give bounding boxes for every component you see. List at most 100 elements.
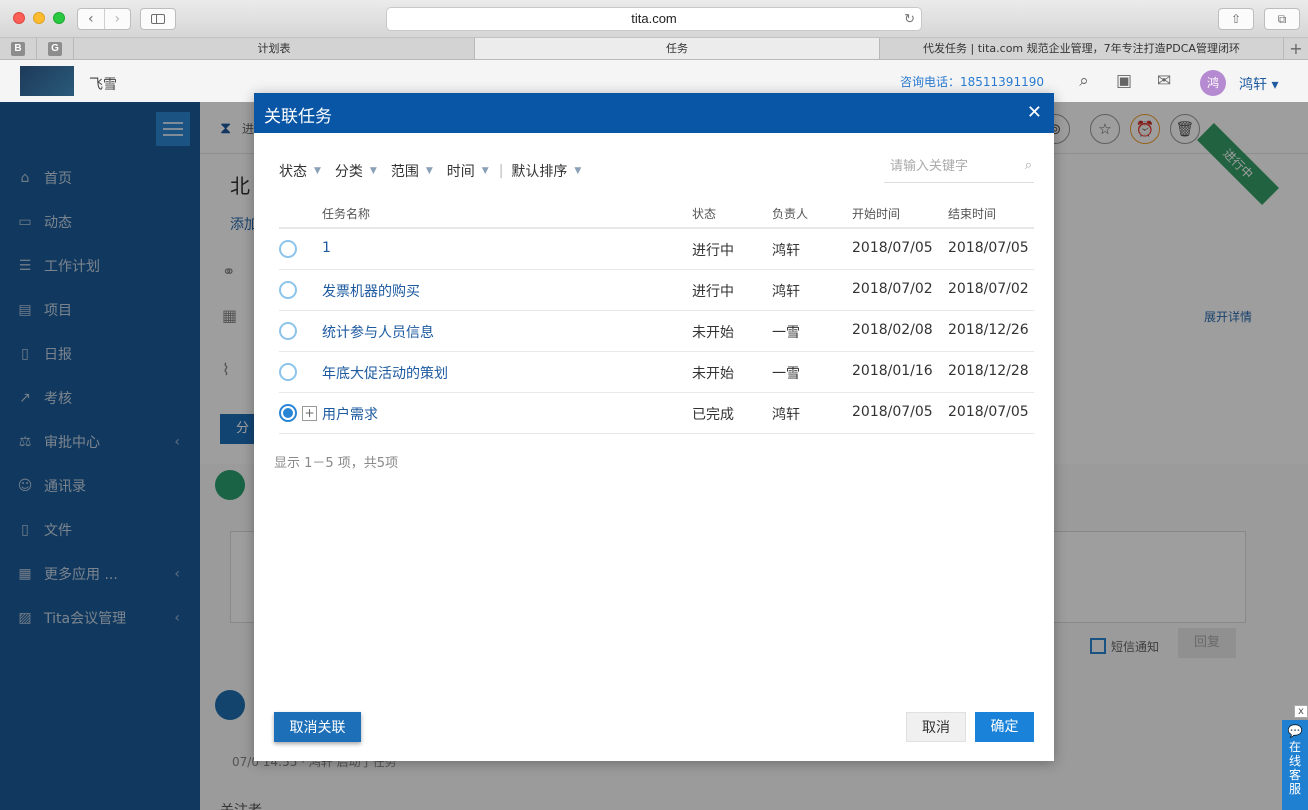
task-status: 已完成 <box>692 407 734 423</box>
task-start: 2018/01/16 <box>852 363 933 379</box>
filter-bar: 状态 ▼ 分类 ▼ 范围 ▼ 时间 ▼ | 默认排序 ▼ <box>279 161 595 181</box>
pinned-tab-label: G <box>48 41 62 56</box>
table-row[interactable]: 统计参与人员信息 未开始 一雪 2018/02/08 2018/12/26 <box>279 311 1034 352</box>
col-status: 状态 <box>692 207 717 221</box>
caret-down-icon: ▼ <box>425 166 433 176</box>
table-header: 任务名称 状态 负责人 开始时间 结束时间 <box>279 197 1034 229</box>
filter-label: 分类 <box>334 164 363 180</box>
task-owner: 一雪 <box>772 366 800 382</box>
url-text: tita.com <box>631 11 677 26</box>
online-service-button[interactable]: 💬 在线客服 <box>1282 720 1308 810</box>
chat-icon: 💬 <box>1287 724 1303 738</box>
share-button[interactable]: ⇧ <box>1218 8 1254 30</box>
task-status: 进行中 <box>692 243 734 259</box>
filter-label: 时间 <box>446 164 475 180</box>
mail-icon[interactable]: ✉ <box>1154 71 1174 91</box>
task-name[interactable]: 年底大促活动的策划 <box>322 363 448 383</box>
new-tab-button[interactable]: + <box>1284 38 1308 59</box>
task-start: 2018/07/02 <box>852 281 933 297</box>
close-window-button[interactable] <box>13 12 25 24</box>
browser-tabbar: B G 计划表 任务 代发任务 | tita.com 规范企业管理，7年专注打造… <box>0 38 1308 60</box>
back-icon[interactable]: ‹ <box>78 9 104 29</box>
task-owner: 鸿轩 <box>772 284 800 300</box>
tab-overview-button[interactable]: ⧉ <box>1264 8 1300 30</box>
task-name[interactable]: 统计参与人员信息 <box>322 322 434 342</box>
share-icon: ⇧ <box>1230 12 1242 26</box>
search-input[interactable] <box>890 159 1010 174</box>
search-box: ⌕ <box>884 155 1034 183</box>
expand-plus-icon[interactable]: + <box>302 406 317 421</box>
sidebar-toggle-button[interactable] <box>140 8 176 30</box>
row-radio[interactable] <box>279 281 297 299</box>
col-start: 开始时间 <box>852 207 901 221</box>
task-start: 2018/07/05 <box>852 404 933 420</box>
task-start: 2018/02/08 <box>852 322 933 338</box>
close-service-icon[interactable]: x <box>1294 705 1308 718</box>
browser-tab[interactable]: 代发任务 | tita.com 规范企业管理，7年专注打造PDCA管理闭环 <box>880 38 1284 59</box>
task-owner: 鸿轩 <box>772 243 800 259</box>
company-logo[interactable] <box>20 66 74 96</box>
user-menu[interactable]: 鸿轩 ▾ <box>1239 74 1278 94</box>
company-name: 飞雪 <box>89 77 117 93</box>
caret-down-icon: ▼ <box>481 166 489 176</box>
row-radio[interactable] <box>279 363 297 381</box>
reload-icon[interactable]: ↻ <box>904 8 915 30</box>
dialog-title: 关联任务 <box>264 107 332 127</box>
task-name[interactable]: 用户需求 <box>322 404 378 424</box>
minimize-window-button[interactable] <box>33 12 45 24</box>
cancel-button[interactable]: 取消 <box>906 712 966 742</box>
history-nav: ‹ › <box>77 8 131 30</box>
clipboard-icon[interactable]: ▣ <box>1114 71 1134 91</box>
table-row[interactable]: 发票机器的购买 进行中 鸿轩 2018/07/02 2018/07/02 <box>279 270 1034 311</box>
forward-icon[interactable]: › <box>103 9 131 29</box>
filter-status[interactable]: 状态 ▼ <box>279 161 321 181</box>
browser-tab-active[interactable]: 任务 <box>475 38 880 59</box>
col-end: 结束时间 <box>948 207 997 221</box>
task-status: 未开始 <box>692 366 734 382</box>
pagination-info: 显示 1－5 项，共5项 <box>274 456 399 471</box>
table-row[interactable]: 1 进行中 鸿轩 2018/07/05 2018/07/05 <box>279 229 1034 270</box>
filter-label: 状态 <box>279 164 307 180</box>
filter-time[interactable]: 时间 ▼ <box>447 161 489 181</box>
unlink-button[interactable]: 取消关联 <box>274 712 361 742</box>
table-row[interactable]: 年底大促活动的策划 未开始 一雪 2018/01/16 2018/12/28 <box>279 352 1034 393</box>
task-end: 2018/12/26 <box>948 322 1029 338</box>
search-icon[interactable]: ⌕ <box>1074 71 1094 91</box>
caret-down-icon: ▼ <box>314 166 321 176</box>
browser-titlebar: ‹ › tita.com ↻ ⇧ ⧉ <box>0 0 1308 38</box>
task-owner: 鸿轩 <box>772 407 800 423</box>
row-radio[interactable] <box>279 240 297 258</box>
filter-sort[interactable]: 默认排序 ▼ <box>511 161 581 181</box>
confirm-button[interactable]: 确定 <box>975 712 1034 742</box>
link-task-dialog: 关联任务 ✕ 状态 ▼ 分类 ▼ 范围 ▼ 时间 ▼ | 默认排序 ▼ ⌕ 任务名称 状态… <box>254 93 1054 761</box>
task-name[interactable]: 发票机器的购买 <box>322 281 420 301</box>
address-bar[interactable]: tita.com ↻ <box>386 7 922 31</box>
task-status: 未开始 <box>692 325 734 341</box>
sidebar-icon <box>151 14 165 24</box>
filter-scope[interactable]: 范围 ▼ <box>391 161 433 181</box>
dialog-header: 关联任务 ✕ <box>254 93 1054 133</box>
task-owner: 一雪 <box>772 325 800 341</box>
avatar[interactable]: 鸿 <box>1200 70 1226 96</box>
pinned-tab-label: B <box>11 41 25 56</box>
task-end: 2018/07/02 <box>948 281 1029 297</box>
task-name[interactable]: 1 <box>322 240 331 256</box>
search-icon[interactable]: ⌕ <box>1025 158 1032 173</box>
caret-down-icon: ▼ <box>369 166 377 176</box>
filter-category[interactable]: 分类 ▼ <box>335 161 377 181</box>
browser-tab[interactable]: 计划表 <box>74 38 475 59</box>
filter-divider: | <box>498 163 504 179</box>
task-end: 2018/07/05 <box>948 404 1029 420</box>
filter-label: 范围 <box>390 164 419 180</box>
row-radio[interactable] <box>279 322 297 340</box>
row-radio-selected[interactable] <box>279 404 297 422</box>
close-icon[interactable]: ✕ <box>1027 103 1042 123</box>
col-name: 任务名称 <box>322 207 371 221</box>
pinned-tab[interactable]: B <box>0 38 37 59</box>
online-service-label: 在线客服 <box>1288 740 1301 796</box>
task-end: 2018/12/28 <box>948 363 1029 379</box>
caret-down-icon: ▼ <box>574 166 582 176</box>
pinned-tab[interactable]: G <box>37 38 74 59</box>
table-row[interactable]: + 用户需求 已完成 鸿轩 2018/07/05 2018/07/05 <box>279 393 1034 434</box>
zoom-window-button[interactable] <box>53 12 65 24</box>
